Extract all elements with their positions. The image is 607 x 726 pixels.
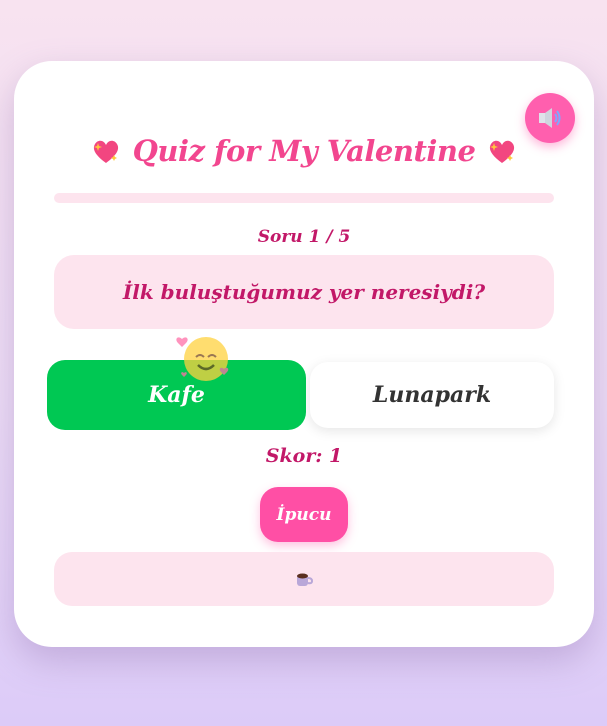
hint-box <box>54 552 554 606</box>
progress-bar <box>54 193 554 203</box>
question-text: İlk buluştuğumuz yer neresiydi? <box>54 255 554 329</box>
hint-button[interactable]: İpucu <box>260 487 348 542</box>
coffee-cup-icon <box>297 573 314 586</box>
page-title: Quiz for My Valentine <box>132 134 476 168</box>
smiling-hearts-face-icon <box>176 337 229 381</box>
speaker-icon <box>539 108 561 128</box>
quiz-card: Quiz for My Valentine Soru 1 / 5 İlk bul… <box>14 61 594 647</box>
title-row: Quiz for My Valentine <box>14 127 594 175</box>
sparkling-heart-icon <box>490 140 515 163</box>
score-label: Skor: 1 <box>265 445 343 467</box>
answer-option-2[interactable]: Lunapark <box>310 362 554 428</box>
question-counter: Soru 1 / 5 <box>257 227 351 247</box>
sparkling-heart-icon <box>93 140 118 163</box>
